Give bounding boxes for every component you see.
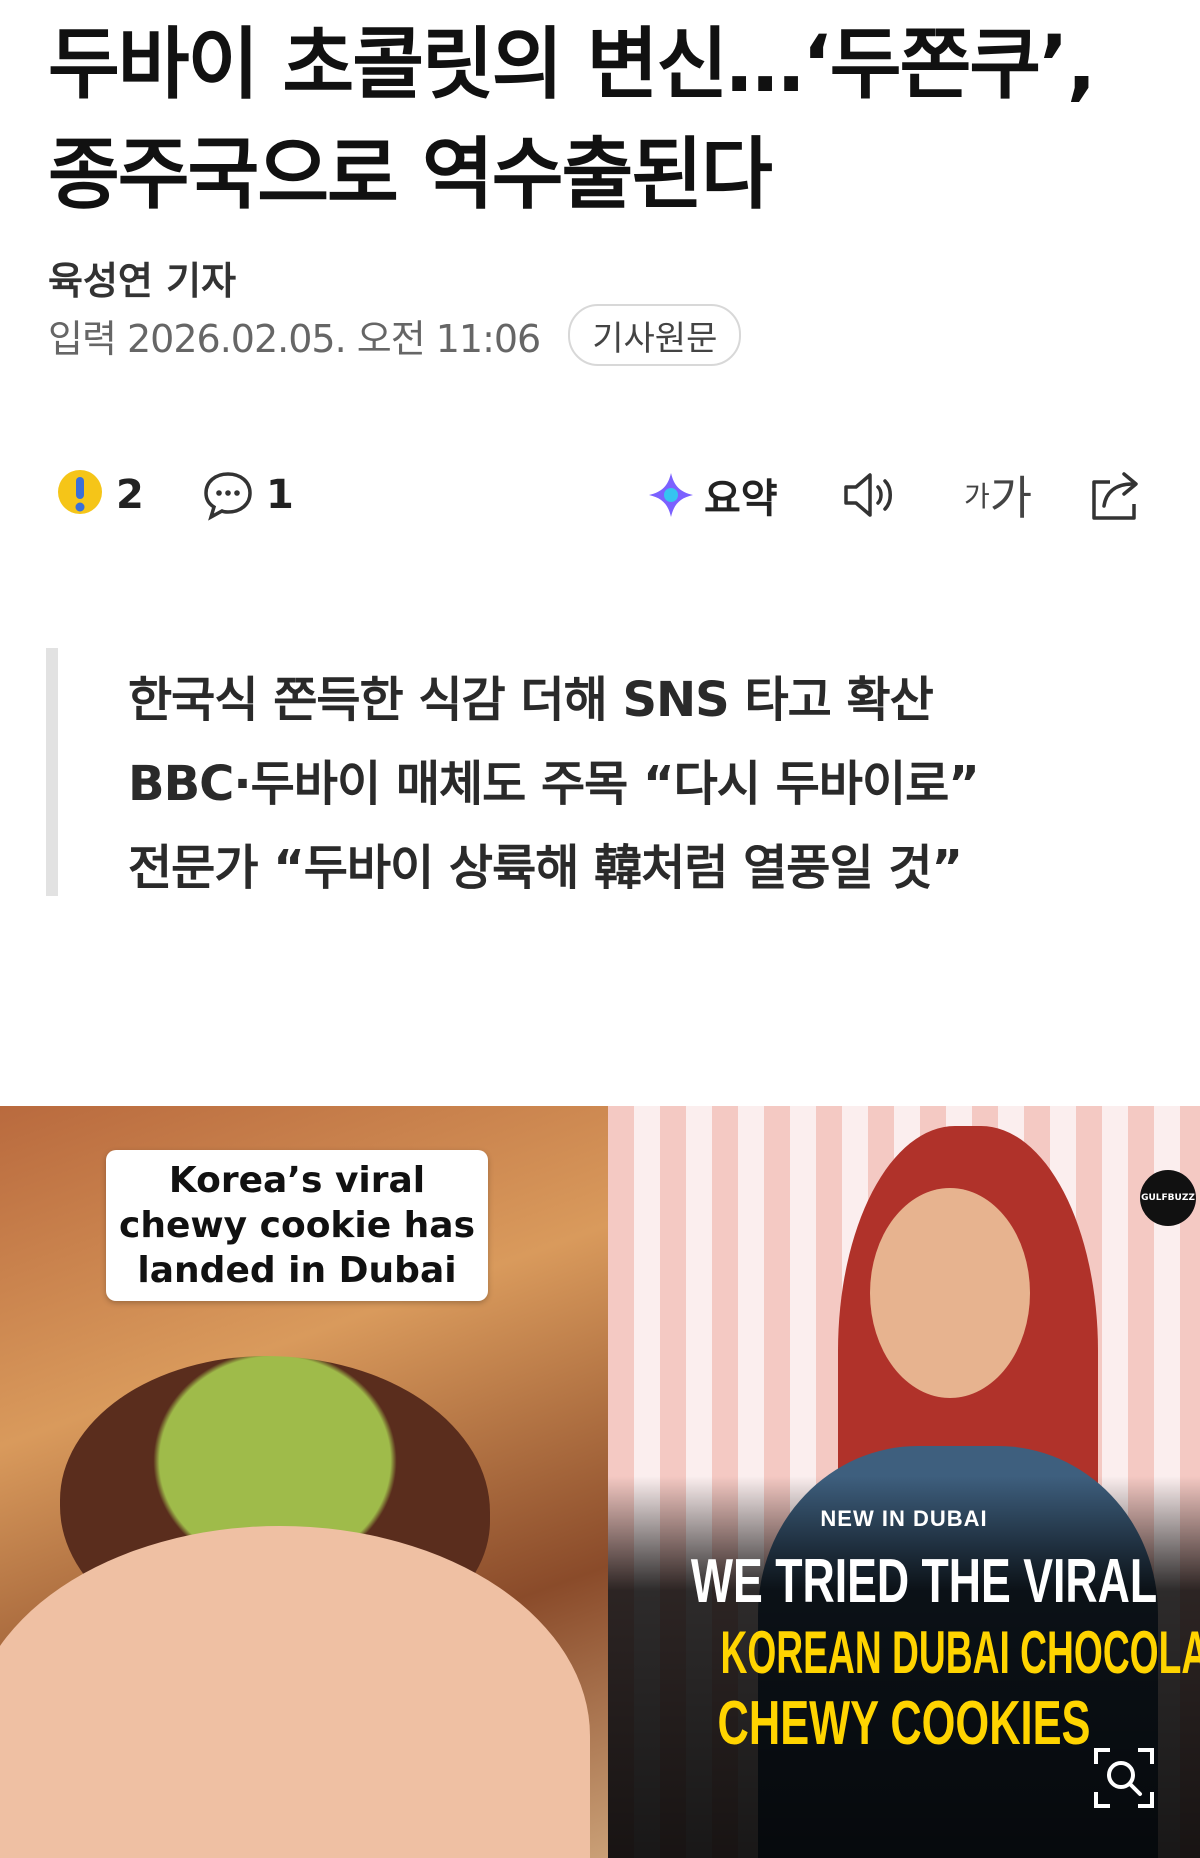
publish-date: 입력 2026.02.05. 오전 11:06 [48, 316, 541, 361]
comment-count: 1 [266, 472, 294, 518]
article-meta: 입력 2026.02.05. 오전 11:06 기사원문 [48, 304, 742, 366]
photo-caption-box: Korea’s viral chewy cookie has landed in… [106, 1150, 488, 1301]
subheadline-line: 전문가 “두바이 상륙해 韓처럼 열풍일 것” [128, 840, 963, 896]
zoom-icon [1094, 1748, 1154, 1808]
summary-label: 요약 [704, 476, 778, 522]
summary-sparkle-icon [649, 473, 693, 517]
reporter-name[interactable]: 육성연 기자 [48, 250, 236, 305]
overlay-headline-line3: CHEWY COOKIES [717, 1689, 1091, 1758]
caption-line: landed in Dubai [137, 1250, 457, 1291]
summary-button[interactable]: 요약 [646, 455, 778, 535]
font-size-button[interactable]: 가 가 [964, 455, 1032, 535]
overlay-headline-line1: WE TRIED THE VIRAL [690, 1547, 1158, 1616]
subheadline-line: 한국식 쫀득한 식감 더해 SNS 타고 확산 [128, 672, 934, 728]
text-to-speech-button[interactable] [842, 455, 902, 535]
subheadline-quote: 한국식 쫀득한 식감 더해 SNS 타고 확산 BBC·두바이 매체도 주목 “… [46, 648, 1158, 896]
hand-image [0, 1526, 590, 1858]
article-photo-left: Korea’s viral chewy cookie has landed in… [0, 1106, 608, 1858]
font-size-small-glyph: 가 [964, 480, 990, 513]
overlay-kicker: NEW IN DUBAI [820, 1506, 988, 1531]
caption-line: Korea’s viral [168, 1160, 426, 1201]
exclamation-reaction-icon [58, 470, 102, 514]
share-icon [1092, 472, 1138, 520]
comment-button[interactable]: 1 [202, 455, 294, 535]
photo-zoom-button[interactable] [1092, 1746, 1156, 1810]
comment-icon [204, 472, 252, 521]
font-size-big-glyph: 가 [989, 471, 1033, 525]
original-article-button[interactable]: 기사원문 [568, 304, 742, 366]
reaction-button[interactable]: 2 [56, 455, 144, 535]
share-button[interactable] [1088, 455, 1146, 535]
woman-face-image [870, 1188, 1030, 1398]
overlay-headline-line2: KOREAN DUBAI CHOCOLATE [720, 1619, 1200, 1686]
article-toolbar: 2 1 요약 가 가 [0, 455, 1200, 535]
channel-logo: GULFBUZZ [1140, 1170, 1196, 1226]
subheadline-line: BBC·두바이 매체도 주목 “다시 두바이로” [128, 756, 980, 812]
speaker-icon [844, 473, 892, 517]
article-title: 두바이 초콜릿의 변신…‘두쫀쿠’, 종주국으로 역수출된다 [48, 20, 1096, 220]
reaction-count: 2 [116, 472, 144, 518]
caption-line: chewy cookie has [118, 1205, 476, 1246]
